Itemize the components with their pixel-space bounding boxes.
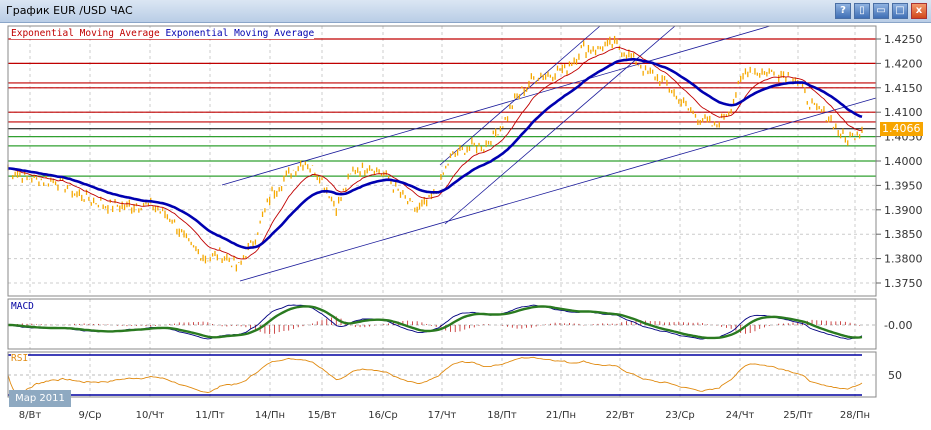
indicator-legend: Exponential Moving Average Exponential M…	[11, 28, 315, 39]
date-label: 18/Пт	[487, 410, 517, 421]
macd-signal-line	[8, 305, 863, 340]
price-chart[interactable]: 8/Вт 9/Ср 10/Чт 11/Пт 14/Пн 15/Вт 16/Ср 17/Чт 18…	[0, 0, 931, 430]
date-label: 10/Чт	[136, 410, 165, 421]
trend-line-steep-lower	[444, 25, 676, 225]
legend-ema-fast: Exponential Moving Average	[11, 28, 160, 39]
date-label: 22/Вт	[606, 410, 635, 421]
price-tick-label: 1.4250	[884, 33, 923, 46]
ema-fast-line	[7, 46, 863, 260]
price-tick-label: 1.3950	[884, 179, 923, 192]
macd-label: MACD	[11, 301, 34, 312]
date-label: 28/Пн	[840, 410, 870, 421]
month-label: Мар 2011	[9, 390, 71, 407]
price-tick-label: 1.3850	[884, 228, 923, 241]
rsi-tick-label: 50	[888, 369, 902, 382]
date-label: 14/Пн	[255, 410, 285, 421]
date-label: 9/Ср	[78, 410, 101, 421]
price-tick-label: 1.4200	[884, 57, 923, 70]
price-tick-label: 1.4000	[884, 155, 923, 168]
date-label: 24/Чт	[726, 410, 755, 421]
macd-tick-label: -0.00	[884, 319, 912, 332]
price-tick-label: 1.3750	[884, 277, 923, 290]
date-label: 23/Ср	[665, 410, 694, 421]
date-label: 25/Пт	[783, 410, 813, 421]
date-label: 21/Пн	[546, 410, 576, 421]
current-price-tag: 1.4066	[880, 122, 923, 136]
date-label: 11/Пт	[195, 410, 225, 421]
price-tick-label: 1.3800	[884, 253, 923, 266]
date-label: 16/Ср	[368, 410, 397, 421]
legend-ema-slow: Exponential Moving Average	[165, 28, 315, 39]
date-label: 15/Вт	[308, 410, 337, 421]
date-label: 8/Вт	[19, 410, 42, 421]
trend-line-lower	[239, 97, 877, 282]
price-tick-label: 1.4100	[884, 106, 923, 119]
price-tick-label: 1.4150	[884, 82, 923, 95]
price-tick-label: 1.3900	[884, 204, 923, 217]
rsi-label: RSI	[11, 353, 29, 364]
trend-lines	[221, 25, 877, 282]
date-label: 17/Чт	[428, 410, 457, 421]
